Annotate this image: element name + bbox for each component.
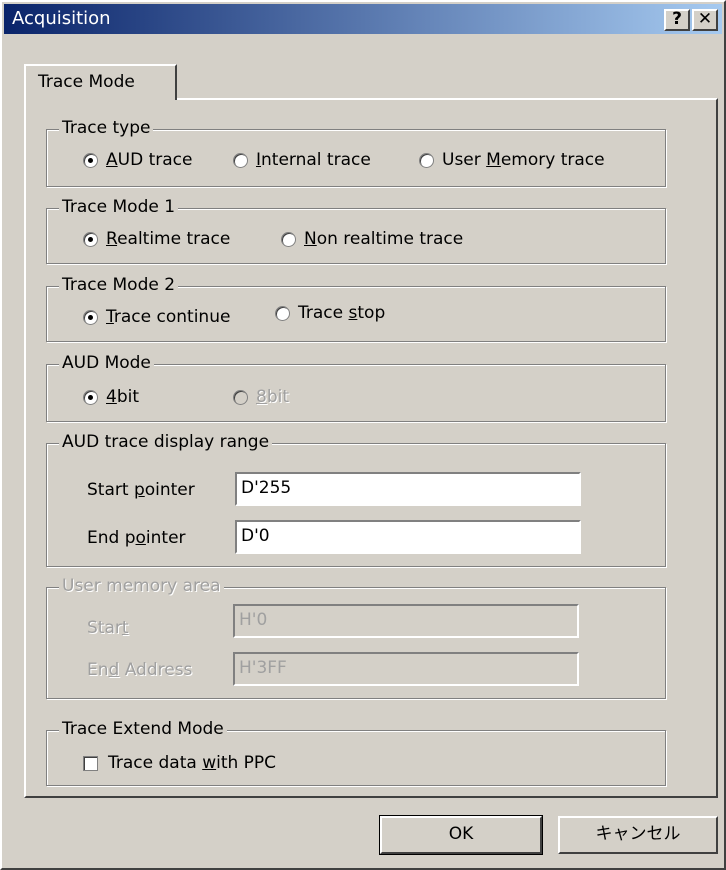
aud-trace-radio[interactable]: AUD trace xyxy=(83,150,192,170)
user-start-input: H'0 xyxy=(233,604,579,638)
trace-type-legend: Trace type xyxy=(59,118,154,138)
ok-button[interactable]: OK xyxy=(379,815,543,855)
title-bar: Acquisition ? ✕ xyxy=(4,4,722,34)
trace-mode2-group: Trace Mode 2 Trace continue Trace stop xyxy=(46,275,666,342)
realtime-trace-radio[interactable]: Realtime trace xyxy=(83,229,230,249)
user-end-label: End Address xyxy=(87,660,193,680)
radio-checked-icon xyxy=(83,152,98,168)
start-pointer-input[interactable]: D'255 xyxy=(235,472,581,506)
end-pointer-input[interactable]: D'0 xyxy=(235,520,581,554)
trace-mode2-legend: Trace Mode 2 xyxy=(59,275,179,295)
aud-mode-group: AUD Mode 4bit 8bit xyxy=(46,353,666,422)
radio-icon xyxy=(233,152,248,168)
8bit-radio: 8bit xyxy=(233,387,289,407)
user-end-input: H'3FF xyxy=(233,652,579,686)
radio-icon xyxy=(275,305,290,321)
radio-disabled-icon xyxy=(233,389,248,405)
4bit-radio[interactable]: 4bit xyxy=(83,387,139,407)
end-pointer-label: End pointer xyxy=(87,528,186,548)
aud-mode-legend: AUD Mode xyxy=(59,353,154,373)
close-button[interactable]: ✕ xyxy=(692,9,718,31)
aud-range-legend: AUD trace display range xyxy=(59,432,273,452)
tab-trace-mode-label: Trace Mode xyxy=(38,72,135,92)
radio-checked-icon xyxy=(83,231,98,247)
aud-range-group: AUD trace display range Start pointer D'… xyxy=(46,432,666,567)
help-button[interactable]: ? xyxy=(664,9,690,31)
user-memory-trace-radio[interactable]: User Memory trace xyxy=(419,150,605,170)
non-realtime-trace-radio[interactable]: Non realtime trace xyxy=(281,229,463,249)
extend-mode-legend: Trace Extend Mode xyxy=(59,719,227,739)
acquisition-dialog: Acquisition ? ✕ Trace Mode Trace type AU… xyxy=(0,0,726,870)
start-pointer-label: Start pointer xyxy=(87,480,195,500)
radio-icon xyxy=(281,231,296,247)
checkbox-icon xyxy=(83,755,98,771)
extend-mode-group: Trace Extend Mode Trace data with PPC xyxy=(46,719,666,786)
trace-continue-radio[interactable]: Trace continue xyxy=(83,307,230,327)
trace-mode1-legend: Trace Mode 1 xyxy=(59,197,179,217)
radio-icon xyxy=(419,152,434,168)
trace-type-group: Trace type AUD trace Internal trace User… xyxy=(46,118,666,187)
window-title: Acquisition xyxy=(12,8,111,29)
user-memory-legend: User memory area xyxy=(59,576,224,596)
user-memory-group: User memory area Start H'0 End Address H… xyxy=(46,576,666,699)
trace-mode1-group: Trace Mode 1 Realtime trace Non realtime… xyxy=(46,197,666,264)
radio-checked-icon xyxy=(83,309,98,325)
tab-trace-mode[interactable]: Trace Mode xyxy=(24,64,177,100)
cancel-button[interactable]: キャンセル xyxy=(558,816,718,854)
radio-checked-icon xyxy=(83,389,98,405)
internal-trace-radio[interactable]: Internal trace xyxy=(233,150,371,170)
trace-stop-radio[interactable]: Trace stop xyxy=(275,303,385,323)
trace-data-ppc-checkbox[interactable]: Trace data with PPC xyxy=(83,753,276,773)
user-start-label: Start xyxy=(87,618,129,638)
